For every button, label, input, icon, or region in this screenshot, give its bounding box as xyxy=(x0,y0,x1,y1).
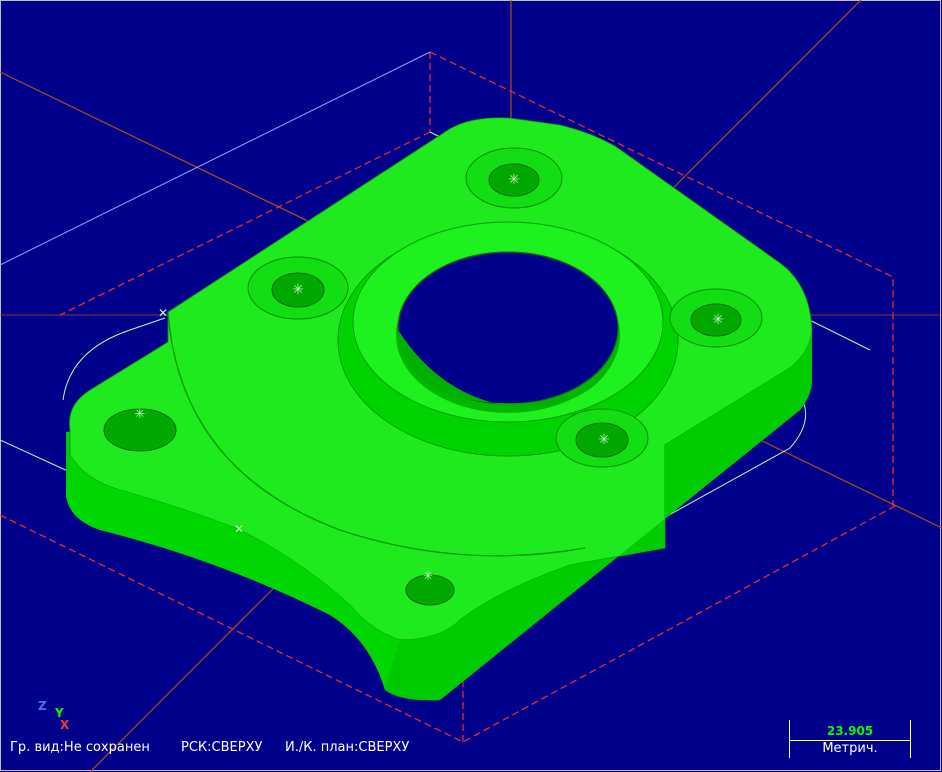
svg-text:✳: ✳ xyxy=(598,432,610,448)
svg-text:✳: ✳ xyxy=(423,569,433,583)
hole-right: ✳ xyxy=(669,288,763,348)
svg-text:✳: ✳ xyxy=(135,407,146,422)
part-3d-view[interactable]: ✳ ✳ ✳ ✳ ✳ ✳ ✕ ✕ xyxy=(0,0,942,772)
svg-text:✳: ✳ xyxy=(712,312,724,328)
graphics-viewport[interactable]: ✳ ✳ ✳ ✳ ✳ ✳ ✕ ✕ Z Y X Гр. вид:Не сохране… xyxy=(0,0,942,772)
scale-value: 23.905 xyxy=(826,724,874,738)
svg-text:✳: ✳ xyxy=(508,172,520,188)
tool-construction-plane-status: И./К. план:СВЕРХУ xyxy=(285,740,410,755)
hole-front-right: ✳ xyxy=(555,408,649,468)
triad-z-label: Z xyxy=(38,699,47,713)
svg-text:✕: ✕ xyxy=(234,522,244,536)
svg-text:✕: ✕ xyxy=(158,306,168,320)
hole-top: ✳ xyxy=(465,147,563,209)
triad-x-label: X xyxy=(60,718,70,732)
scale-indicator: 23.905 Метрич. xyxy=(789,720,911,758)
ucs-status: РСК:СВЕРХУ xyxy=(181,740,263,755)
graphic-view-status: Гр. вид:Не сохранен xyxy=(10,740,150,755)
scale-unit: Метрич. xyxy=(822,741,878,756)
svg-text:✳: ✳ xyxy=(292,282,304,298)
hole-left: ✳ xyxy=(247,256,349,320)
